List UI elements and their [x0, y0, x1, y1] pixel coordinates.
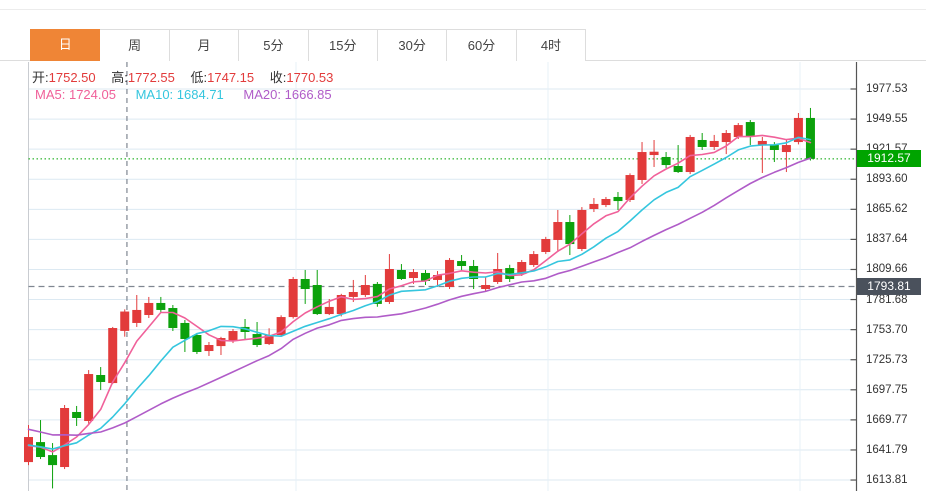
- candle[interactable]: [144, 303, 153, 315]
- open-value: 1752.50: [49, 70, 96, 85]
- ma5-readout: MA5: 1724.05: [35, 87, 116, 102]
- candle[interactable]: [553, 222, 562, 240]
- candle[interactable]: [409, 272, 418, 278]
- candle[interactable]: [686, 137, 695, 172]
- y-axis-label: 1725.73: [866, 353, 924, 367]
- candle[interactable]: [650, 152, 659, 155]
- y-axis-label: 1949.55: [866, 112, 924, 126]
- candle[interactable]: [493, 269, 502, 282]
- candle[interactable]: [734, 125, 743, 137]
- candle[interactable]: [72, 412, 81, 418]
- candle[interactable]: [589, 204, 598, 209]
- candle[interactable]: [96, 375, 105, 382]
- candle[interactable]: [253, 334, 262, 345]
- candle[interactable]: [120, 312, 129, 331]
- y-axis-label: 1697.75: [866, 383, 924, 397]
- candle[interactable]: [313, 285, 322, 314]
- candle[interactable]: [662, 157, 671, 165]
- y-axis-label: 1613.81: [866, 473, 924, 487]
- candle[interactable]: [168, 308, 177, 328]
- candle[interactable]: [601, 199, 610, 205]
- y-axis-label: 1809.66: [866, 262, 924, 276]
- ma20-readout: MA20: 1666.85: [243, 87, 331, 102]
- candle[interactable]: [204, 345, 213, 351]
- candle[interactable]: [613, 197, 622, 201]
- candle[interactable]: [349, 292, 358, 297]
- candle[interactable]: [638, 152, 647, 180]
- ma20-line: [29, 158, 811, 435]
- crosshair-price-badge: 1793.81: [857, 278, 921, 295]
- low-label: 低:: [191, 70, 208, 85]
- candle[interactable]: [746, 122, 755, 137]
- ohlc-readout: 开:1752.50 高:1772.55 低:1747.15 收:1770.53: [32, 67, 345, 82]
- candle[interactable]: [108, 328, 117, 383]
- candle[interactable]: [289, 279, 298, 317]
- candle[interactable]: [361, 285, 370, 295]
- candle[interactable]: [577, 210, 586, 249]
- y-axis-label: 1641.79: [866, 443, 924, 457]
- candle[interactable]: [698, 140, 707, 147]
- candle[interactable]: [84, 374, 93, 421]
- candle[interactable]: [397, 270, 406, 279]
- candle[interactable]: [457, 261, 466, 266]
- high-value: 1772.55: [128, 70, 175, 85]
- ma10-line: [29, 137, 811, 449]
- ma10-readout: MA10: 1684.71: [136, 87, 224, 102]
- candle[interactable]: [541, 239, 550, 252]
- y-axis-label: 1977.53: [866, 82, 924, 96]
- close-label: 收:: [270, 70, 287, 85]
- candle[interactable]: [782, 145, 791, 152]
- candle[interactable]: [770, 145, 779, 150]
- candle[interactable]: [180, 323, 189, 339]
- candle[interactable]: [325, 307, 334, 314]
- ma-readout: MA5: 1724.05 MA10: 1684.71 MA20: 1666.85: [35, 87, 348, 102]
- candle[interactable]: [722, 133, 731, 142]
- candle[interactable]: [626, 175, 635, 200]
- candle[interactable]: [529, 254, 538, 265]
- y-axis-label: 1753.70: [866, 323, 924, 337]
- candle[interactable]: [192, 335, 201, 352]
- chart-window: 日 周 月 5分 15分 30分 60分 4时 开:1752.50 高:1772…: [0, 0, 926, 491]
- candle[interactable]: [710, 141, 719, 147]
- y-axis-label: 1893.60: [866, 172, 924, 186]
- y-axis-label: 1865.62: [866, 202, 924, 216]
- candle[interactable]: [24, 437, 33, 462]
- candle[interactable]: [60, 408, 69, 467]
- y-axis-label: 1837.64: [866, 232, 924, 246]
- current-price-badge: 1912.57: [857, 150, 921, 167]
- low-value: 1747.15: [207, 70, 254, 85]
- open-label: 开:: [32, 70, 49, 85]
- candle[interactable]: [229, 331, 238, 341]
- candle[interactable]: [156, 303, 165, 310]
- ma5-line: [29, 135, 811, 452]
- candle[interactable]: [481, 285, 490, 289]
- y-axis-label: 1669.77: [866, 413, 924, 427]
- close-value: 1770.53: [286, 70, 333, 85]
- candle[interactable]: [48, 455, 57, 465]
- candle[interactable]: [301, 279, 310, 289]
- candle[interactable]: [674, 166, 683, 172]
- high-label: 高:: [111, 70, 128, 85]
- candle[interactable]: [132, 310, 141, 323]
- candle[interactable]: [36, 442, 45, 457]
